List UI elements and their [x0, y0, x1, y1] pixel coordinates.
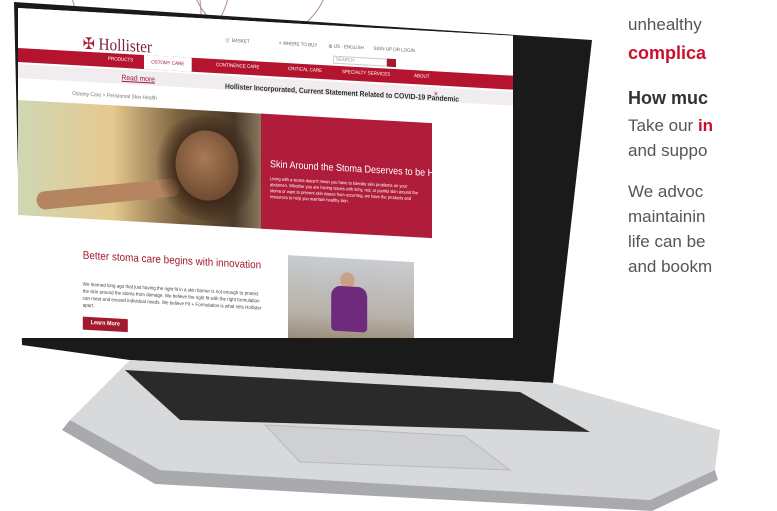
sign-up-link[interactable]: SIGN UP OR LOGIN: [374, 46, 416, 54]
nav-item-critical-care[interactable]: CRITICAL CARE: [288, 66, 322, 74]
where-to-buy-link[interactable]: ⌖ WHERE TO BUY: [279, 41, 317, 49]
hero-body: Living with a stoma doesn't mean you hav…: [270, 176, 419, 204]
breadcrumb[interactable]: Ostomy Care > Peristomal Skin Health: [72, 91, 157, 102]
region-label: US · ENGLISH: [333, 43, 364, 52]
promo-image: [288, 255, 414, 338]
nav-item-about[interactable]: ABOUT: [414, 73, 430, 80]
covid-banner-text: Hollister Incorporated, Current Statemen…: [122, 73, 460, 104]
laptop: ✠ Hollister 🛒 BASKET ⌖ WHERE TO BUY ◍ US …: [0, 0, 777, 511]
nav-item-specialty-services[interactable]: SPECIALTY SERVICES: [342, 69, 390, 78]
search-button[interactable]: [387, 58, 396, 68]
laptop-screen: ✠ Hollister 🛒 BASKET ⌖ WHERE TO BUY ◍ US …: [18, 8, 513, 338]
read-more-link[interactable]: Read more: [122, 73, 155, 84]
hollister-website: ✠ Hollister 🛒 BASKET ⌖ WHERE TO BUY ◍ US …: [18, 8, 513, 338]
promo-text: We learned long ago that just having the…: [82, 281, 262, 312]
basket-icon: 🛒: [225, 37, 231, 44]
hero-panel: Skin Around the Stoma Deserves to be Hea…: [261, 113, 458, 239]
learn-more-button[interactable]: Learn More: [82, 316, 128, 333]
basket-label: BASKET: [231, 37, 250, 45]
pin-icon: ⌖: [279, 40, 282, 47]
globe-icon: ◍: [328, 43, 333, 50]
where-to-buy-label: WHERE TO BUY: [282, 40, 318, 49]
basket-link[interactable]: 🛒 BASKET: [225, 38, 250, 45]
search-input[interactable]: SEARCH: [333, 55, 387, 67]
nav-item-ostomy-care[interactable]: OSTOMY CARE: [144, 55, 192, 72]
nav-item-continence-care[interactable]: CONTINENCE CARE: [216, 62, 260, 70]
covid-banner-label: Hollister Incorporated, Current Statemen…: [225, 81, 460, 104]
close-icon[interactable]: ×: [434, 89, 438, 98]
promo-image-person: [331, 285, 368, 333]
region-selector[interactable]: ◍ US · ENGLISH: [329, 43, 364, 51]
hero-image: [18, 100, 288, 231]
nav-item-products[interactable]: PRODUCTS: [108, 56, 133, 63]
promo-title: Better stoma care begins with innovation: [82, 249, 262, 272]
